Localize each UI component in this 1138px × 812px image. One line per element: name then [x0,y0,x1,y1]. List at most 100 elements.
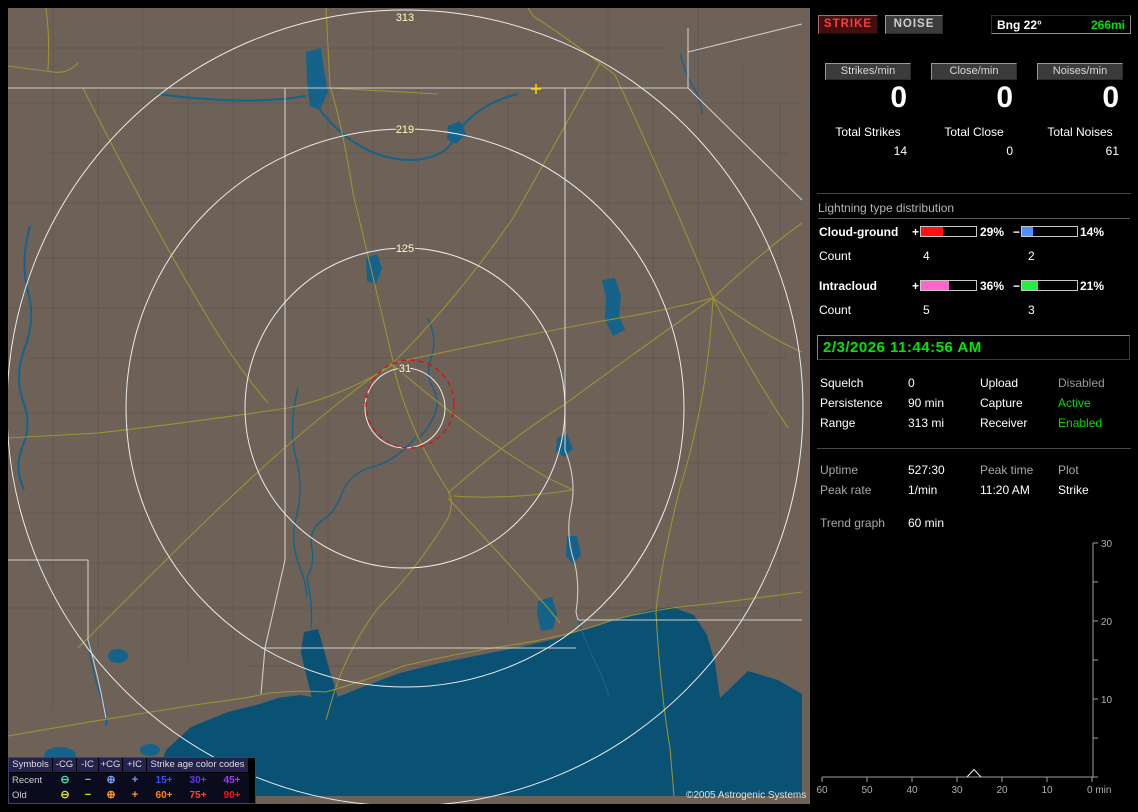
cg-minus-old-icon: ⊖ [53,788,77,803]
separator [817,448,1131,449]
legend-row-label-old: Old [9,788,53,803]
intracloud-row: Intracloud + 36% − 21% [815,279,1133,293]
ic-negative-bar [1021,280,1078,291]
noises-column: Noises/min 0 Total Noises 61 [1027,63,1133,158]
bar-fill [921,281,949,290]
status-grid: Squelch 0 Upload Disabled Persistence 90… [820,373,1133,433]
age-code-45: 45+ [215,773,249,788]
map-canvas: 313 219 125 31 [8,8,810,804]
y-tick-label: 20 [1101,617,1113,628]
ic-positive-pct: 36% [980,279,1005,293]
y-axis-ticks [1093,542,1098,778]
ic-plus-icon: + [123,773,147,788]
cloud-ground-row: Cloud-ground + 29% − 14% [815,225,1133,239]
x-tick-label: 20 [996,785,1008,796]
trend-row: Trend graph 60 min [820,513,1133,533]
distribution-title: Lightning type distribution [818,201,1130,219]
legend-age-header: Strike age color codes [147,758,249,773]
legend-type-header-pcg: +CG [99,758,123,773]
receiver-value: Enabled [1058,416,1103,430]
legend-symbols-header: Symbols [9,758,53,773]
cg-positive-bar [920,226,977,237]
noise-toggle-button[interactable]: NOISE [885,15,943,34]
separator [817,193,1131,194]
count-label: Count [819,303,852,317]
persistence-label: Persistence [820,396,883,410]
uptime-value: 527:30 [908,463,945,477]
ring-label-219: 219 [396,124,414,136]
age-code-90: 90+ [215,788,249,803]
datetime-box: 2/3/2026 11:44:56 AM [817,335,1130,360]
total-close-label: Total Close [944,125,1004,139]
strikes-column: Strikes/min 0 Total Strikes 14 [815,63,921,158]
age-code-60: 60+ [147,788,181,803]
x-tick-label: 10 [1041,785,1053,796]
ring-label-313: 313 [396,12,414,24]
total-noises-label: Total Noises [1047,125,1113,139]
close-per-min-value: 0 [996,81,1013,114]
plus-sign: + [912,225,920,239]
capture-label: Capture [980,396,1023,410]
close-column: Close/min 0 Total Close 0 [921,63,1027,158]
bearing-label: Bng 22° [997,17,1042,32]
strikes-per-min-value: 0 [890,81,907,114]
x-end-label: 0 min [1087,785,1111,796]
trend-graph: 30 20 10 60 50 40 30 20 10 0 min [816,539,1113,796]
strike-toggle-button[interactable]: STRIKE [818,15,878,34]
trend-graph-label: Trend graph [820,516,885,530]
noises-per-min-label: Noises/min [1037,63,1123,80]
x-tick-label: 40 [906,785,918,796]
ic-negative-pct: 21% [1080,279,1105,293]
age-code-30: 30+ [181,773,215,788]
squelch-value: 0 [908,376,915,390]
bar-fill [1022,281,1039,290]
minus-sign: − [1013,225,1021,239]
cg-plus-old-icon: ⊕ [99,788,123,803]
status-panel: STRIKE NOISE Bng 22° 266mi Strikes/min 0… [815,0,1138,812]
total-strikes-label: Total Strikes [835,125,901,139]
map-legend: Symbols -CG -IC +CG +IC Strike age color… [8,757,256,804]
intracloud-label: Intracloud [819,279,878,293]
plus-sign: + [912,279,920,293]
y-tick-label: 10 [1101,695,1113,706]
total-noises-value: 61 [1105,144,1119,158]
age-code-75: 75+ [181,788,215,803]
total-strikes-value: 14 [893,144,907,158]
receiver-label: Receiver [980,416,1028,430]
noises-per-min-value: 0 [1102,81,1119,114]
capture-value: Active [1058,396,1091,410]
ic-negative-count: 3 [1028,303,1035,317]
ic-plus-old-icon: + [123,788,147,803]
uptime-label: Uptime [820,463,859,477]
cloud-ground-label: Cloud-ground [819,225,899,239]
ic-minus-old-icon: − [77,788,99,803]
bearing-readout: Bng 22° 266mi [991,15,1131,34]
bar-fill [1022,227,1033,236]
count-label: Count [819,249,852,263]
cg-positive-count: 4 [923,249,930,263]
copyright-text: ©2005 Astrogenic Systems [686,790,807,801]
cg-negative-bar [1021,226,1078,237]
legend-type-header-nic: -IC [77,758,99,773]
plot-label: Plot [1058,463,1079,477]
x-axis-ticks [821,777,1093,782]
total-close-value: 0 [1006,144,1013,158]
bar-fill [921,227,944,236]
squelch-label: Squelch [820,376,864,390]
ring-label-125: 125 [396,243,414,255]
ic-positive-count: 5 [923,303,930,317]
map[interactable]: 313 219 125 31 Symbols -CG -IC +CG +IC S… [8,8,810,804]
stats-grid: Uptime 527:30 Peak time Plot Peak rate 1… [820,460,1133,500]
datetime-value: 2/3/2026 11:44:56 AM [823,339,982,356]
app-window: 313 219 125 31 Symbols -CG -IC +CG +IC S… [0,0,1138,812]
range-label: Range [820,416,856,430]
minus-sign: − [1013,279,1021,293]
ic-positive-bar [920,280,977,291]
peak-rate-label: Peak rate [820,483,872,497]
age-code-15: 15+ [147,773,181,788]
x-tick-label: 50 [861,785,873,796]
bearing-distance: 266mi [1090,17,1125,32]
close-per-min-label: Close/min [931,63,1017,80]
trend-graph-value: 60 min [908,516,945,530]
plot-value: Strike [1058,483,1089,497]
